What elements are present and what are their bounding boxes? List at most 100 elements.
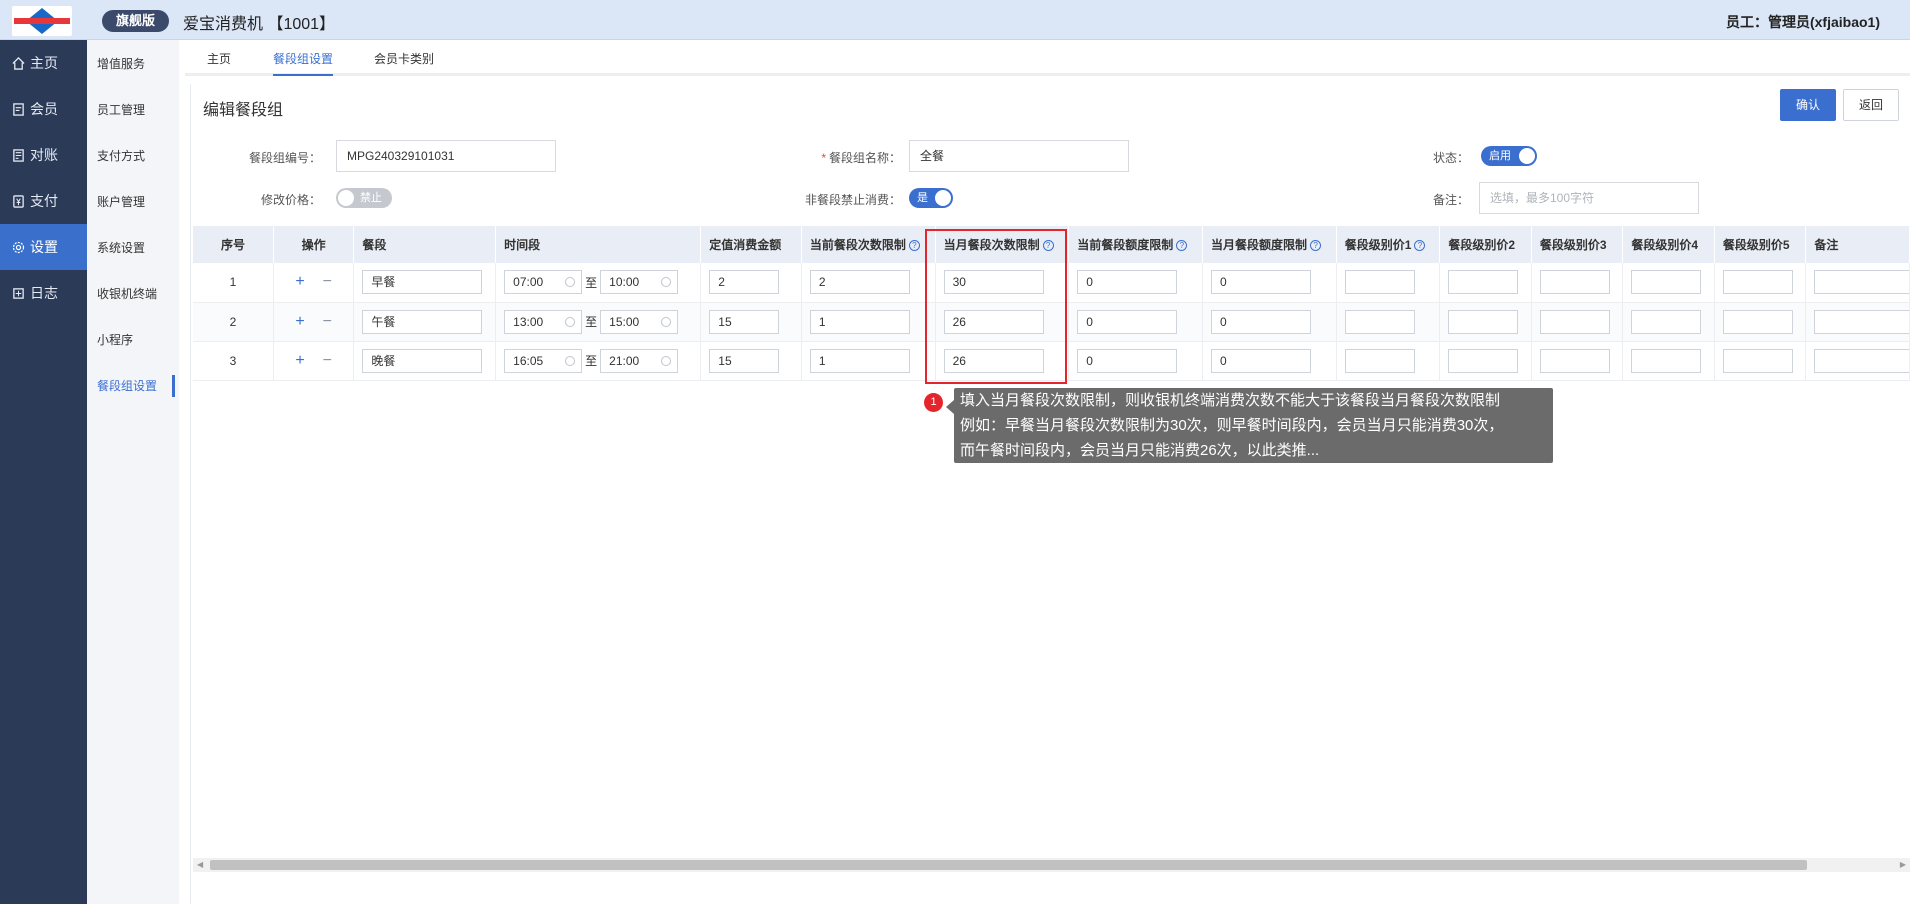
main-sidebar: 主页 会员 对账 支付 设置 日志 [0, 40, 87, 904]
edit-panel: 编辑餐段组 确认 返回 餐段组编号： MPG240329101031 * 餐段组名… [190, 84, 1910, 904]
row-remark-input[interactable] [1814, 348, 1909, 373]
sidebar-item-payment[interactable]: 支付 [0, 178, 87, 224]
sidebar-item-label: 日志 [30, 285, 58, 301]
level-price-3-input[interactable] [1539, 309, 1610, 334]
sidebar-item-reconcile[interactable]: 对账 [0, 132, 87, 178]
add-row-icon[interactable]: + [295, 352, 304, 369]
col-header-cur-amount-text: 当前餐段额度限制 [1077, 238, 1174, 252]
start-time-input[interactable]: 07:00 [504, 270, 583, 295]
help-icon[interactable]: ? [1176, 240, 1188, 251]
row-remark-input[interactable] [1814, 270, 1909, 295]
tab-card-type[interactable]: 会员卡类别 [374, 50, 434, 67]
help-icon[interactable]: ? [908, 240, 920, 251]
subnav-item-system[interactable]: 系统设置 [87, 224, 179, 270]
sidebar-item-home[interactable]: 主页 [0, 40, 87, 86]
end-time-input[interactable]: 15:00 [600, 309, 679, 334]
start-time-input[interactable]: 13:00 [504, 309, 583, 334]
remove-row-icon[interactable]: − [323, 273, 332, 290]
cur-count-input[interactable]: 1 [809, 309, 910, 334]
cur-count-input[interactable]: 1 [809, 348, 910, 373]
row-actions: + − [273, 263, 355, 303]
sidebar-item-member[interactable]: 会员 [0, 86, 87, 132]
scrollbar-thumb[interactable] [210, 860, 1807, 870]
level-price-1-input[interactable] [1344, 309, 1415, 334]
brand-logo[interactable] [12, 6, 72, 36]
sidebar-item-label: 支付 [30, 193, 58, 209]
level-price-4-input[interactable] [1631, 270, 1702, 295]
scroll-left-icon[interactable]: ◀ [197, 860, 203, 869]
confirm-button[interactable]: 确认 [1780, 89, 1836, 121]
level-price-cell [1336, 263, 1441, 303]
remark-field[interactable]: 选填，最多100字符 [1479, 182, 1699, 214]
tab-home[interactable]: 主页 [207, 50, 231, 67]
subnav-item-payment-methods[interactable]: 支付方式 [87, 132, 179, 178]
subnav-item-terminals[interactable]: 收银机终端 [87, 270, 179, 316]
level-price-5-input[interactable] [1722, 270, 1793, 295]
subnav-item-staff[interactable]: 员工管理 [87, 86, 179, 132]
tooltip-line-2: 例如：早餐当月餐段次数限制为30次，则早餐时间段内，会员当月只能消费30次， [960, 417, 1504, 434]
nonmeal-toggle[interactable]: 是 [909, 188, 953, 208]
subnav-item-value-added[interactable]: 增值服务 [87, 40, 179, 86]
end-time-input[interactable]: 21:00 [600, 348, 679, 373]
meal-input[interactable]: 晚餐 [362, 348, 483, 373]
level-price-4-input[interactable] [1631, 348, 1702, 373]
level-price-3-input[interactable] [1539, 270, 1610, 295]
level-price-1-input[interactable] [1344, 270, 1415, 295]
level-price-2-input[interactable] [1448, 348, 1519, 373]
level-price-cell [1714, 302, 1807, 342]
end-time-input[interactable]: 10:00 [600, 270, 679, 295]
level-price-2-input[interactable] [1448, 270, 1519, 295]
row-remark-input[interactable] [1814, 309, 1909, 334]
app-title: 爱宝消费机 【1001】 [183, 16, 336, 33]
cur-count-input[interactable]: 2 [809, 270, 910, 295]
clock-icon [565, 355, 576, 366]
level-price-5-input[interactable] [1722, 309, 1793, 334]
staff-info[interactable]: 员工：管理员(xfjaibao1) [1726, 12, 1880, 32]
subnav-item-mini-program[interactable]: 小程序 [87, 316, 179, 362]
meal-input[interactable]: 早餐 [362, 270, 483, 295]
fixed-amount-input[interactable]: 15 [709, 309, 780, 334]
level-price-cell [1622, 302, 1715, 342]
clock-icon [661, 316, 672, 327]
status-toggle[interactable]: 启用 [1481, 146, 1537, 166]
subnav-item-meal-group[interactable]: 餐段组设置 [87, 362, 179, 408]
help-icon[interactable]: ? [1414, 240, 1426, 251]
horizontal-scrollbar[interactable]: ◀ ▶ [193, 858, 1910, 872]
month-amount-input[interactable]: 0 [1211, 309, 1312, 334]
sidebar-item-log[interactable]: 日志 [0, 270, 87, 316]
code-field[interactable]: MPG240329101031 [336, 140, 556, 172]
add-row-icon[interactable]: + [295, 273, 304, 290]
start-time-input[interactable]: 16:05 [504, 348, 583, 373]
help-icon[interactable]: ? [1310, 240, 1322, 251]
level-price-2-input[interactable] [1448, 309, 1519, 334]
subnav-item-accounts[interactable]: 账户管理 [87, 178, 179, 224]
cur-amount-input[interactable]: 0 [1077, 348, 1178, 373]
col-header-no: 序号 [193, 226, 274, 263]
remove-row-icon[interactable]: − [323, 352, 332, 369]
month-amount-input[interactable]: 0 [1211, 348, 1312, 373]
meal-input[interactable]: 午餐 [362, 309, 483, 334]
level-price-5-input[interactable] [1722, 348, 1793, 373]
cur-amount-input[interactable]: 0 [1077, 309, 1178, 334]
month-amount-input[interactable]: 0 [1211, 270, 1312, 295]
remove-row-icon[interactable]: − [323, 313, 332, 330]
start-time-value: 13:00 [513, 314, 544, 329]
cur-amount-input[interactable]: 0 [1077, 270, 1178, 295]
back-button[interactable]: 返回 [1843, 89, 1899, 121]
price-toggle[interactable]: 禁止 [336, 188, 392, 208]
name-field[interactable]: 全餐 [909, 140, 1129, 172]
level-price-3-input[interactable] [1539, 348, 1610, 373]
scroll-right-icon[interactable]: ▶ [1900, 860, 1906, 869]
level-price-cell [1531, 341, 1624, 381]
month-amount-cell: 0 [1202, 341, 1337, 381]
fixed-amount-input[interactable]: 15 [709, 348, 780, 373]
tab-meal-group[interactable]: 餐段组设置 [273, 50, 334, 76]
level-price-4-input[interactable] [1631, 309, 1702, 334]
fixed-amount-input[interactable]: 2 [709, 270, 780, 295]
add-row-icon[interactable]: + [295, 313, 304, 330]
sidebar-item-settings[interactable]: 设置 [0, 224, 87, 270]
edition-badge: 旗舰版 [102, 10, 170, 32]
nonmeal-toggle-text: 是 [917, 192, 928, 204]
nonmeal-label: 非餐段禁止消费： [804, 193, 901, 207]
level-price-1-input[interactable] [1344, 348, 1415, 373]
